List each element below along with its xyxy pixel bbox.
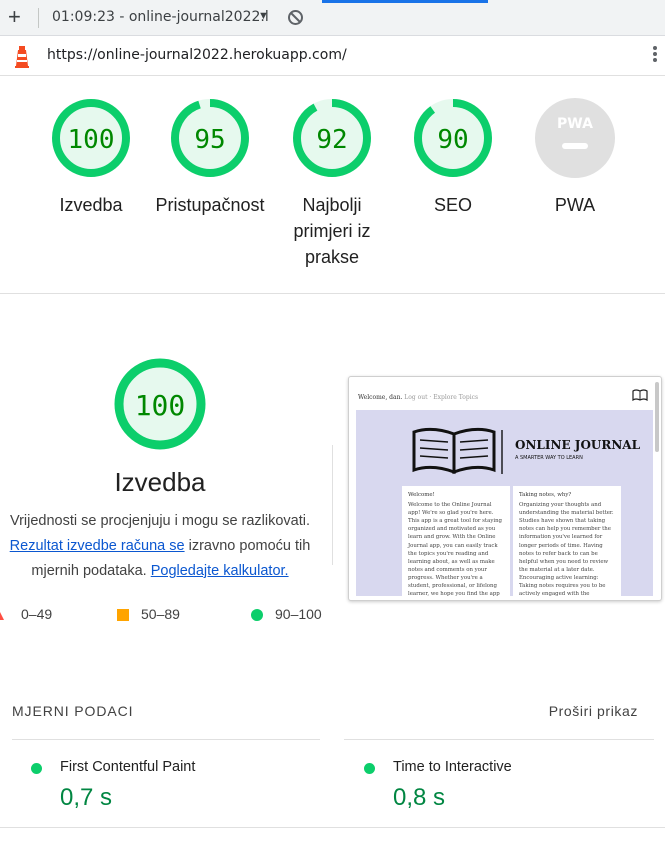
toolbar-separator [38,8,39,28]
score-calculation-link[interactable]: Rezultat izvedbe računa se [10,538,185,554]
gauge-label-line: Najbolji [302,195,362,215]
report-url-bar: https://online-journal2022.herokuapp.com… [0,36,665,76]
metric-name: First Contentful Paint [60,759,196,775]
screenshot-card-welcome: Welcome! Welcome to the Online Journal a… [402,486,510,596]
card-text: Welcome to the Online Journal app! We're… [408,502,503,596]
gauge-label: Izvedba [59,195,123,215]
metric-value: 0,7 s [60,784,113,811]
performance-description: Vrijednosti se procjenjuju i mogu se raz… [0,509,320,584]
category-gauges: 100 Izvedba 95 Pristupačnost 92 Najbolji… [0,98,665,278]
metric-divider [12,739,320,740]
gauge-pwa[interactable]: PWA PWA [515,98,635,218]
screenshot-card-notes: Taking notes, why? Organizing your thoug… [513,486,621,596]
report-selector[interactable]: 01:09:23 - online-journal2022.l [52,9,269,25]
gauge-best-practices[interactable]: 92 Najbolji primjeri iz prakse [272,98,392,270]
final-screenshot[interactable]: Welcome, dan. Log out · Explore Topics O… [348,376,662,601]
metric-value: 0,8 s [393,784,446,811]
active-tab-indicator [322,0,488,3]
book-icon [632,389,648,401]
legend-range: 0–49 [21,606,53,622]
screenshot-nav: Welcome, dan. Log out · Explore Topics [356,384,653,408]
vertical-divider [332,445,333,565]
gauge-label-line: primjeri iz [293,221,371,241]
lighthouse-icon [15,46,29,68]
legend-fail: 0–49 [0,606,52,626]
metric-divider [344,739,654,740]
devtools-toolbar: + 01:09:23 - online-journal2022.l ▼ [0,0,665,36]
expand-view-toggle[interactable]: Proširi prikaz [549,703,638,719]
calculator-link[interactable]: Pogledajte kalkulator. [151,563,289,579]
screenshot-scrollbar [655,382,659,452]
gauge-label: Pristupačnost [155,195,265,215]
gauge-score: 100 [68,125,115,155]
gauge-score: 92 [316,125,347,155]
gauge-label: SEO [433,195,472,215]
bottom-divider [0,827,665,828]
gauge-label: Najbolji primjeri iz prakse [272,192,392,270]
legend-range: 90–100 [275,606,322,622]
calculation-note: Rezultat izvedbe računa se izravno pomoć… [0,534,320,584]
square-icon [117,609,129,622]
performance-title: Izvedba [114,467,206,497]
pwa-badge-icon: PWA [535,98,615,178]
gauge-score: 95 [194,125,225,155]
legend-range: 50–89 [141,606,180,622]
performance-score: 100 [135,389,186,422]
gauge-ring: 90 [414,99,492,177]
card-title: Taking notes, why? [519,492,572,498]
metrics-heading: MJERNI PODACI [12,703,134,719]
pwa-badge-text: PWA [557,116,593,132]
gauge-accessibility[interactable]: 95 Pristupačnost [150,98,270,218]
gauge-ring: 92 [293,99,371,177]
pass-dot-icon [364,763,375,774]
screenshot-brand: ONLINE JOURNAL [515,438,641,452]
gauge-score: 90 [437,125,468,155]
more-vert-icon[interactable] [652,44,658,68]
block-icon[interactable] [287,9,304,26]
performance-gauge: 100 [114,358,206,450]
gauge-performance[interactable]: 100 Izvedba [31,98,151,218]
pass-dot-icon [31,763,42,774]
report-url[interactable]: https://online-journal2022.herokuapp.com… [47,47,347,63]
gauge-ring: 95 [171,99,249,177]
circle-icon [251,609,263,622]
plus-icon[interactable]: + [8,5,21,29]
screenshot-welcome: Welcome, dan. [358,394,403,401]
gauge-label-line: prakse [304,247,360,267]
estimate-note: Vrijednosti se procjenjuju i mogu se raz… [9,513,311,529]
metric-name: Time to Interactive [393,759,512,775]
divider [0,293,665,294]
triangle-icon [0,612,4,621]
card-text: Organizing your thoughts and understandi… [519,502,614,596]
gauge-label: PWA [554,195,596,215]
screenshot-page: Welcome, dan. Log out · Explore Topics O… [356,384,653,596]
screenshot-nav-links: Log out · Explore Topics [404,394,479,401]
legend-pass: 90–100 [251,606,322,626]
gauge-ring: 100 [52,99,130,177]
screenshot-tagline: A SMARTER WAY TO LEARN [515,455,583,461]
gauge-seo[interactable]: 90 SEO [393,98,513,218]
legend-average: 50–89 [117,606,180,626]
card-title: Welcome! [408,492,435,498]
open-book-icon [412,427,503,475]
chevron-down-icon[interactable]: ▼ [258,10,269,22]
